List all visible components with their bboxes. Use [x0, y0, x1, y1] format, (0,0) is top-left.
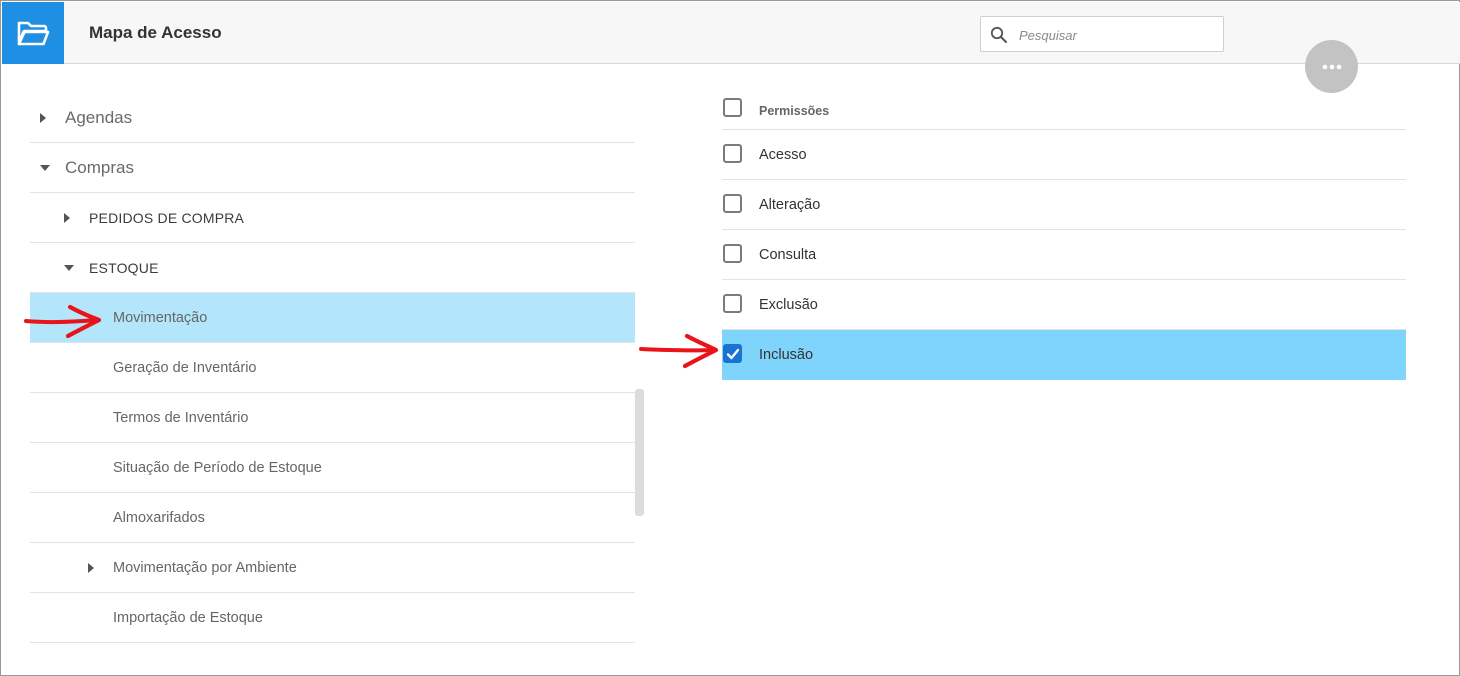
tree-item-movimentacao[interactable]: Movimentação — [30, 293, 635, 343]
tree-item-agendas[interactable]: Agendas — [30, 93, 635, 143]
folder-open-icon[interactable] — [2, 2, 64, 64]
tree-item-label: Compras — [65, 157, 134, 177]
tree-item-compras[interactable]: Compras — [30, 143, 635, 193]
permissions-header: Permissões — [722, 93, 1406, 130]
caret-down-icon[interactable] — [64, 264, 74, 271]
permission-checkbox[interactable] — [723, 294, 742, 313]
tree-item-termos-de-inventario[interactable]: Termos de Inventário — [30, 393, 635, 443]
tree-item-pedidos-de-compra[interactable]: PEDIDOS DE COMPRA — [30, 193, 635, 243]
window-frame: Mapa de Acesso Agendas Compras PEDIDOS — [0, 0, 1460, 676]
permission-row-exclusao[interactable]: Exclusão — [722, 280, 1406, 330]
tree-item-label: ESTOQUE — [89, 259, 159, 276]
tree-item-movimentacao-por-ambiente[interactable]: Movimentação por Ambiente — [30, 543, 635, 593]
permission-row-consulta[interactable]: Consulta — [722, 230, 1406, 280]
permission-row-alteracao[interactable]: Alteração — [722, 180, 1406, 230]
tree-item-label: Situação de Período de Estoque — [113, 459, 322, 476]
tree-scrollbar[interactable] — [635, 389, 644, 516]
more-options-button[interactable] — [1305, 40, 1358, 93]
permissions-list: Permissões Acesso Alteração Consulta Exc… — [722, 93, 1406, 380]
app-header: Mapa de Acesso — [2, 2, 1460, 64]
tree-item-label: Termos de Inventário — [113, 409, 249, 426]
permission-label: Consulta — [759, 247, 817, 263]
permission-label: Alteração — [759, 197, 821, 213]
tree-item-geracao-de-inventario[interactable]: Geração de Inventário — [30, 343, 635, 393]
permission-label: Exclusão — [759, 297, 818, 313]
tree-item-estoque[interactable]: ESTOQUE — [30, 243, 635, 293]
tree-item-importacao-de-estoque[interactable]: Importação de Estoque — [30, 593, 635, 643]
permission-label: Acesso — [759, 147, 807, 163]
select-all-checkbox[interactable] — [723, 98, 742, 117]
page-title: Mapa de Acesso — [89, 23, 222, 42]
caret-right-icon[interactable] — [40, 112, 46, 123]
more-horizontal-icon — [1322, 64, 1341, 69]
search-box[interactable] — [980, 16, 1224, 52]
permission-checkbox[interactable] — [723, 194, 742, 213]
tree-item-label: PEDIDOS DE COMPRA — [89, 209, 245, 226]
permission-checkbox[interactable] — [723, 144, 742, 163]
search-input[interactable] — [1019, 25, 1214, 45]
permission-row-inclusao[interactable]: Inclusão — [722, 330, 1406, 380]
tree-item-label: Movimentação — [113, 309, 208, 326]
permission-label: Inclusão — [759, 347, 814, 363]
tree-item-label: Importação de Estoque — [113, 609, 263, 626]
permission-checkbox-checked[interactable] — [723, 344, 742, 363]
caret-right-icon[interactable] — [64, 212, 70, 223]
annotation-arrow-icon — [639, 333, 719, 369]
tree-item-situacao-de-periodo[interactable]: Situação de Período de Estoque — [30, 443, 635, 493]
caret-right-icon[interactable] — [88, 562, 94, 573]
tree-item-label: Almoxarifados — [113, 509, 205, 526]
annotation-arrow-icon — [24, 304, 102, 339]
caret-down-icon[interactable] — [40, 164, 50, 171]
tree-item-label: Agendas — [65, 107, 133, 127]
search-icon — [990, 26, 1007, 43]
checkmark-icon — [726, 348, 740, 360]
access-tree: Agendas Compras PEDIDOS DE COMPRA ESTOQU… — [30, 93, 635, 643]
tree-item-label: Movimentação por Ambiente — [113, 559, 297, 576]
tree-item-label: Geração de Inventário — [113, 359, 257, 376]
permission-checkbox[interactable] — [723, 244, 742, 263]
permissions-header-label: Permissões — [759, 104, 830, 118]
tree-item-almoxarifados[interactable]: Almoxarifados — [30, 493, 635, 543]
permission-row-acesso[interactable]: Acesso — [722, 130, 1406, 180]
